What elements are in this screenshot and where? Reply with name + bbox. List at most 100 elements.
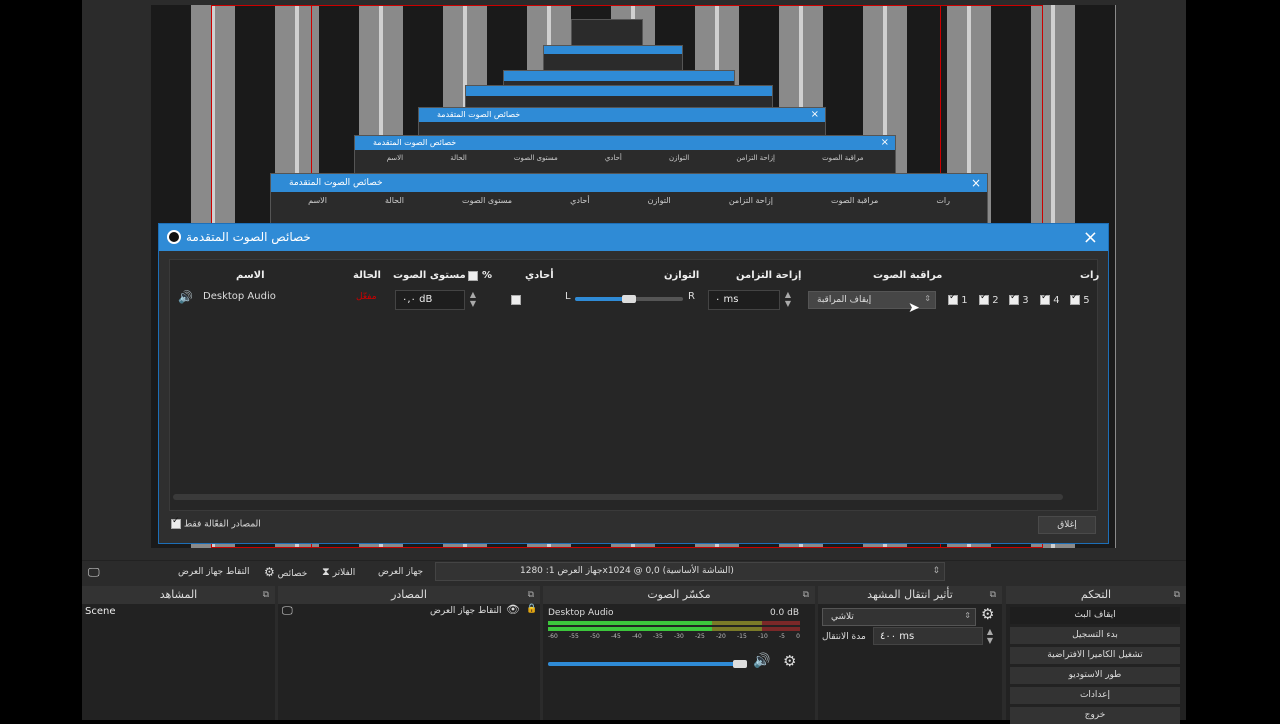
- close-icon[interactable]: ×: [1083, 224, 1098, 251]
- dock-float-icon[interactable]: ⧉: [263, 586, 269, 604]
- track-label: 3: [1022, 295, 1029, 306]
- volume-meter-green: [548, 621, 712, 625]
- track-checkbox[interactable]: [1040, 292, 1050, 305]
- gear-icon[interactable]: ⚙: [981, 605, 994, 623]
- meter-tick: -15: [737, 633, 747, 640]
- track-4[interactable]: 4: [1040, 292, 1060, 306]
- list-item[interactable]: Scene: [82, 604, 275, 619]
- lock-icon[interactable]: 🔒: [526, 604, 537, 614]
- start-recording-button[interactable]: بدء التسجيل: [1010, 627, 1180, 644]
- speaker-icon[interactable]: 🔊: [178, 287, 193, 307]
- stop-streaming-button[interactable]: ايقاف البث: [1010, 607, 1180, 624]
- filters-button[interactable]: ⧗ الفلاتر: [322, 561, 355, 583]
- meter-tick: -55: [569, 633, 579, 640]
- monitoring-value: إيقاف المراقبة: [817, 295, 872, 305]
- mouse-cursor-icon: ➤: [908, 300, 920, 316]
- mixer-volume-fill: [548, 662, 738, 666]
- meter-tick: -45: [611, 633, 621, 640]
- eye-icon[interactable]: 👁: [506, 603, 520, 616]
- dock-float-icon[interactable]: ⧉: [1174, 586, 1180, 604]
- dialog-title-bar[interactable]: خصائص الصوت المتقدمة ×: [159, 224, 1108, 251]
- track-checkbox[interactable]: [1070, 292, 1080, 305]
- combo-arrows-icon: ⇕: [924, 294, 931, 303]
- active-only-option[interactable]: المصادر الفعّالة فقط: [171, 516, 261, 530]
- horizontal-scrollbar[interactable]: [173, 494, 1063, 500]
- meter-tick: 0: [796, 633, 800, 640]
- mixer-body: Desktop Audio 0.0 dB -60 -55 -50 -45 -40…: [543, 604, 815, 720]
- volume-meter-red: [762, 627, 800, 631]
- balance-right-label: R: [688, 291, 695, 302]
- track-2[interactable]: 2: [979, 292, 999, 306]
- header-percent: %: [482, 270, 493, 281]
- meter-ticks: -60 -55 -50 -45 -40 -35 -30 -25 -20 -15 …: [548, 633, 800, 640]
- volume-spinbox[interactable]: ٠,٠ dB: [395, 290, 465, 310]
- display-select[interactable]: جهاز العرض 1: 1280x1024 @ 0,0 (الشاشة ال…: [435, 562, 945, 581]
- properties-button[interactable]: ⚙ خصائص: [264, 561, 307, 583]
- mono-checkbox[interactable]: [511, 295, 521, 305]
- volume-spin-arrows[interactable]: ▲ ▼: [467, 290, 479, 310]
- controls-title: التحكم: [1080, 588, 1112, 601]
- balance-slider-thumb[interactable]: [622, 295, 636, 303]
- transition-type-value: تلاشي: [831, 612, 854, 622]
- source-name: Desktop Audio: [203, 291, 276, 302]
- volume-meter-green: [548, 627, 712, 631]
- exit-button[interactable]: خروج: [1010, 707, 1180, 724]
- track-3[interactable]: 3: [1009, 292, 1029, 306]
- meter-tick: -60: [548, 633, 558, 640]
- track-checkbox[interactable]: [948, 292, 958, 305]
- duration-spinbox[interactable]: ٤٠٠ ms: [873, 627, 983, 645]
- duration-label: مدة الانتقال: [822, 632, 866, 642]
- studio-mode-button[interactable]: طور الاستوديو: [1010, 667, 1180, 684]
- speaker-icon[interactable]: 🔊: [753, 653, 770, 669]
- transitions-body: تلاشي ⇕ ⚙ مدة الانتقال ٤٠٠ ms ▲ ▼: [818, 604, 1002, 720]
- track-5[interactable]: 5: [1070, 292, 1090, 306]
- combo-arrows-icon: ⇕: [964, 611, 971, 620]
- dock-float-icon[interactable]: ⧉: [803, 586, 809, 604]
- percent-checkbox[interactable]: [468, 271, 478, 281]
- obs-logo-icon: [167, 230, 181, 244]
- duration-value: ٤٠٠ ms: [880, 631, 915, 642]
- scenes-title: المشاهد: [159, 588, 198, 601]
- track-checkbox[interactable]: [979, 292, 989, 305]
- dock-float-icon[interactable]: ⧉: [990, 586, 996, 604]
- settings-button[interactable]: إعدادات: [1010, 687, 1180, 704]
- track-label: 4: [1053, 295, 1060, 306]
- transition-type-select[interactable]: تلاشي ⇕: [822, 608, 976, 626]
- gear-icon[interactable]: ⚙: [783, 652, 796, 670]
- duration-spin-arrows[interactable]: ▲ ▼: [984, 627, 996, 645]
- status-value[interactable]: مفعّل: [356, 287, 377, 307]
- audio-sources-table: رات مراقبة الصوت إزاحة التزامن التوازن أ…: [169, 259, 1100, 511]
- start-virtual-camera-button[interactable]: تشغيل الكاميرا الافتراضية: [1010, 647, 1180, 664]
- properties-label: خصائص: [277, 569, 308, 579]
- scenes-list: Scene: [82, 604, 275, 720]
- header-name: الاسم: [236, 270, 265, 281]
- meter-tick: -5: [779, 633, 785, 640]
- sources-dock-header: المصادر ⧉: [278, 586, 540, 604]
- track-checkbox[interactable]: [1009, 292, 1019, 305]
- filters-label: الفلاتر: [332, 568, 356, 578]
- mixer-volume-thumb[interactable]: [733, 660, 747, 668]
- scenes-dock-header: المشاهد ⧉: [82, 586, 275, 604]
- header-volume: مستوى الصوت: [393, 270, 466, 281]
- track-1[interactable]: 1: [948, 292, 968, 306]
- active-only-checkbox[interactable]: [171, 516, 181, 529]
- balance-left-label: L: [565, 291, 571, 302]
- sync-offset-spinbox[interactable]: ٠ ms: [708, 290, 780, 310]
- sync-spin-arrows[interactable]: ▲ ▼: [782, 290, 794, 310]
- volume-meter-yellow: [712, 621, 762, 625]
- mixer-channel-db: 0.0 dB: [769, 608, 799, 618]
- advanced-audio-properties-dialog: خصائص الصوت المتقدمة × رات مراقبة الصوت …: [158, 223, 1109, 544]
- scene-transitions-dock: تأثير انتقال المشهد ⧉ تلاشي ⇕ ⚙ مدة الانت…: [818, 586, 1002, 720]
- header-status: الحالة: [353, 270, 381, 281]
- header-tracks: رات: [1080, 270, 1100, 281]
- close-button[interactable]: إغلاق: [1038, 516, 1096, 534]
- active-only-label: المصادر الفعّالة فقط: [183, 519, 261, 530]
- meter-tick: -35: [653, 633, 663, 640]
- display-label: جهاز العرض: [378, 567, 424, 577]
- display-select-value: جهاز العرض 1: 1280x1024 @ 0,0 (الشاشة ال…: [520, 566, 734, 576]
- list-item[interactable]: 🖵 التقاط جهاز العرض 👁 🔒: [278, 603, 540, 620]
- dock-float-icon[interactable]: ⧉: [528, 586, 534, 604]
- sources-title: المصادر: [391, 588, 427, 601]
- mixer-title: مكسّر الصوت: [647, 588, 711, 601]
- audio-mixer-dock: مكسّر الصوت ⧉ Desktop Audio 0.0 dB -60 -5…: [543, 586, 815, 720]
